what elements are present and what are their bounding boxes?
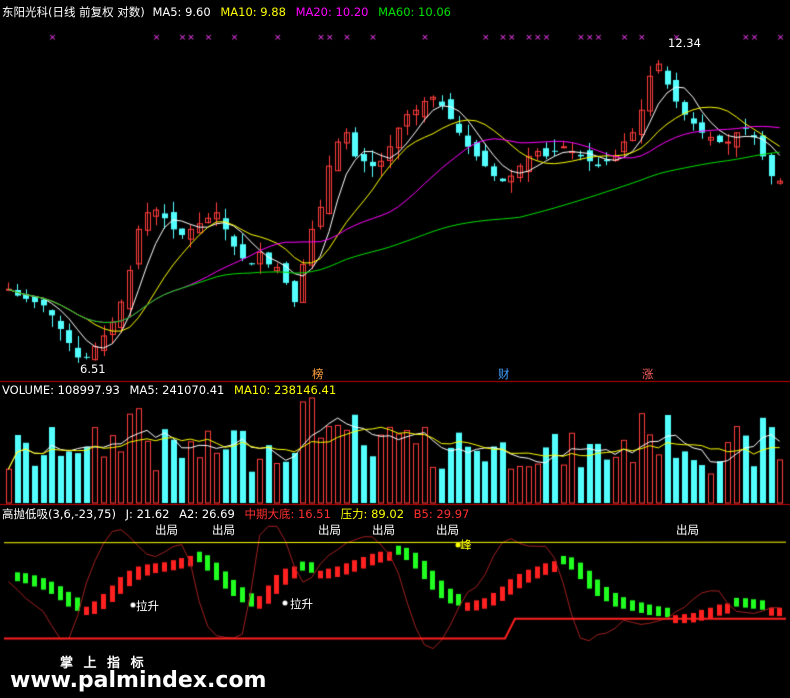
indicator-title: 高抛低吸(3,6,-23,75) [2, 507, 116, 521]
buy-signal-label-2: 拉升 [290, 597, 313, 611]
sell-signal-label-4: 出局 [372, 523, 395, 537]
sell-signal-label-3: 出局 [318, 523, 341, 537]
ma5-legend: MA5: 9.60 [152, 5, 211, 19]
indicator-bottom-legend: 中期大底: 16.51 [244, 507, 331, 521]
volume-ma5-legend: MA5: 241070.41 [129, 383, 225, 397]
indicator-j-legend: J: 21.62 [125, 507, 170, 521]
indicator-pressure-legend: 压力: 89.02 [340, 507, 405, 521]
peak-signal-label: 峰 [460, 538, 472, 552]
ma60-legend: MA60: 10.06 [378, 5, 451, 19]
ma20-legend: MA20: 10.20 [295, 5, 369, 19]
watermark-url[interactable]: www.palmindex.com [10, 668, 266, 693]
sell-signal-label-1: 出局 [155, 523, 178, 537]
stock-title: 东阳光科(日线 前复权 对数) [2, 5, 145, 19]
event-marker-cai[interactable]: 财 [498, 367, 510, 381]
sell-signal-label-6: 出局 [676, 523, 699, 537]
price-high-annotation: 12.34 [668, 36, 701, 50]
event-marker-zhang[interactable]: 涨 [642, 367, 654, 381]
price-panel-header: 东阳光科(日线 前复权 对数) MA5: 9.60 MA10: 9.88 MA2… [2, 5, 457, 19]
buy-signal-label-1: 拉升 [136, 599, 159, 613]
price-low-annotation: 6.51 [80, 362, 106, 376]
sell-signal-label-2: 出局 [212, 523, 235, 537]
volume-panel-header: VOLUME: 108997.93 MA5: 241070.41 MA10: 2… [2, 383, 342, 397]
indicator-b5-legend: B5: 29.97 [413, 507, 470, 521]
volume-legend: VOLUME: 108997.93 [2, 383, 120, 397]
ma10-legend: MA10: 9.88 [220, 5, 286, 19]
stock-chart-canvas[interactable] [0, 0, 790, 698]
sell-signal-label-5: 出局 [436, 523, 459, 537]
event-marker-bang[interactable]: 榜 [312, 367, 324, 381]
indicator-a2-legend: A2: 26.69 [179, 507, 235, 521]
volume-ma10-legend: MA10: 238146.41 [234, 383, 337, 397]
indicator-panel-header: 高抛低吸(3,6,-23,75) J: 21.62 A2: 26.69 中期大底… [2, 507, 475, 521]
